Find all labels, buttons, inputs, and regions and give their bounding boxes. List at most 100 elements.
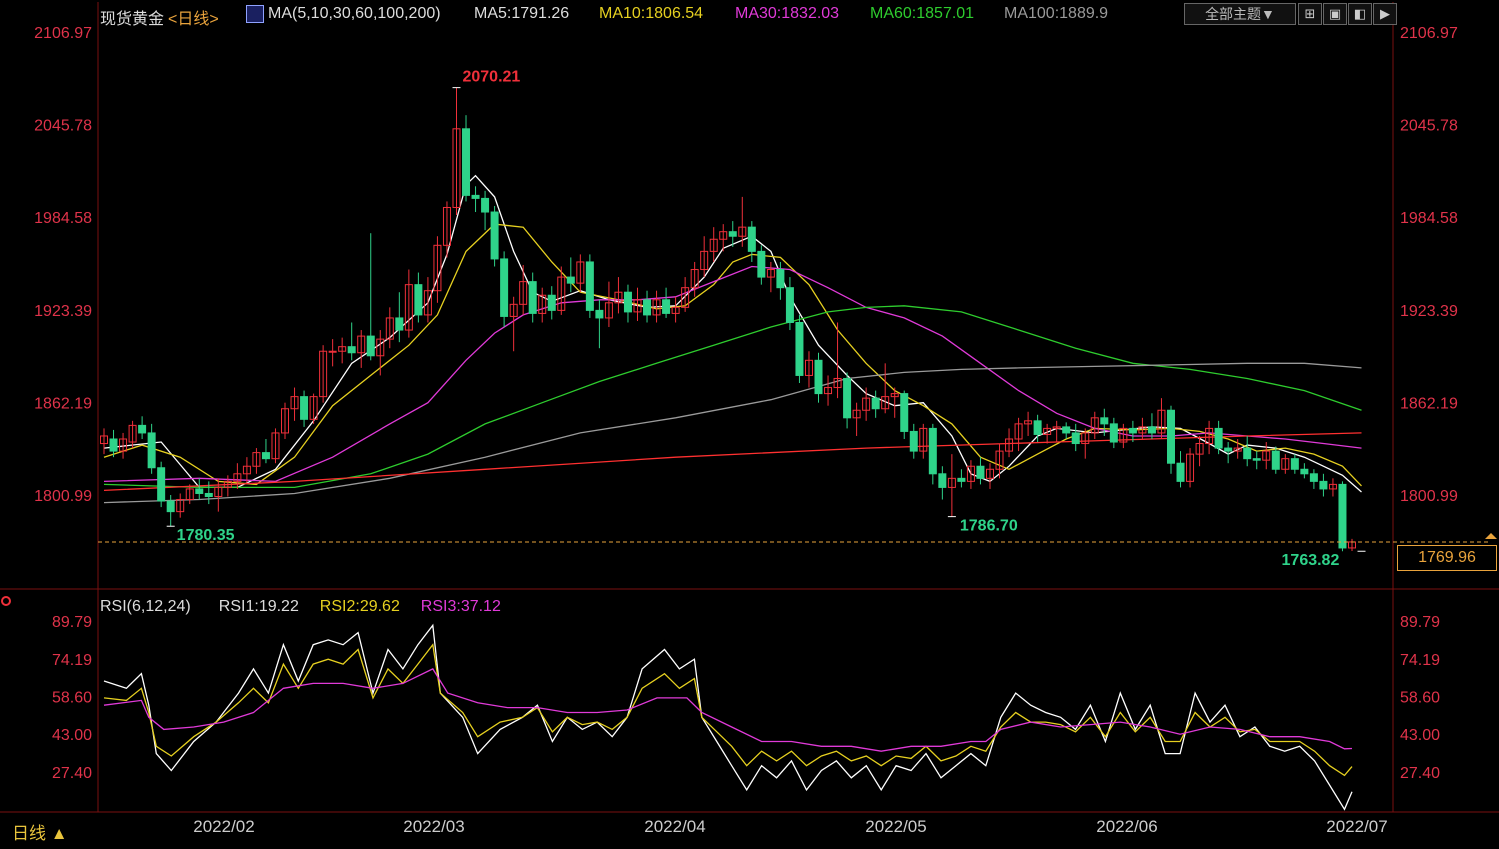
rsi-tick-left: 43.00 — [52, 727, 92, 744]
price-tick-right: 1923.39 — [1400, 303, 1458, 320]
candle-body — [595, 309, 604, 319]
candle-body — [500, 258, 509, 317]
candle-body — [1224, 447, 1233, 452]
rsi-tick-right: 43.00 — [1400, 727, 1440, 744]
candle-body — [138, 424, 147, 434]
candle-body — [728, 231, 737, 237]
candle-body — [957, 477, 966, 482]
candle-body — [347, 346, 356, 354]
ma10-value: MA10:1806.54 — [599, 5, 704, 22]
extreme-label: 1780.35 — [177, 527, 235, 544]
candle-body — [328, 350, 337, 353]
candle-body — [1176, 462, 1185, 482]
candle-body — [1319, 480, 1328, 490]
price-tick-right: 1862.19 — [1400, 395, 1458, 412]
candle-body — [490, 211, 499, 260]
rsi-settings-icon — [1, 596, 11, 606]
last-price-box: 1769.96 — [1397, 545, 1497, 571]
period-tag[interactable]: <日线> — [168, 5, 219, 29]
candle-body — [1033, 420, 1042, 435]
rsi-tick-right: 89.79 — [1400, 614, 1440, 631]
rsi-legend-item: RSI(6,12,24) — [100, 598, 191, 615]
candle-body — [481, 197, 490, 213]
price-tick-right: 1800.99 — [1400, 488, 1458, 505]
candle-body — [1309, 473, 1318, 482]
candle-body — [204, 492, 213, 497]
candle-body — [166, 500, 175, 513]
candle-body — [814, 359, 823, 395]
rsi-line-rsi1 — [103, 623, 1353, 811]
last-price-marker-icon — [1485, 532, 1497, 539]
indicator-header: 现货黄金 <日线> MA(5,10,30,60,100,200) MA5:179… — [0, 0, 1499, 30]
candle-body — [1147, 426, 1156, 434]
candle-body — [976, 465, 985, 479]
rsi-legend-item: RSI3:37.12 — [421, 598, 501, 615]
period-button[interactable]: 日线 ▲ — [12, 819, 68, 844]
candle-body — [1062, 426, 1071, 434]
candle-body — [785, 287, 794, 323]
layout-icon[interactable]: ▣ — [1323, 3, 1347, 25]
candle-body — [1109, 423, 1118, 443]
rsi-tick-right: 58.60 — [1400, 689, 1440, 706]
date-tick: 2022/06 — [1096, 817, 1157, 836]
candle-body — [1243, 447, 1252, 460]
price-tick-left: 2045.78 — [34, 118, 92, 135]
price-tick-left: 1800.99 — [34, 488, 92, 505]
candle-body — [547, 294, 556, 311]
candle-body — [938, 473, 947, 488]
ma-icon[interactable] — [246, 5, 264, 23]
theme-dropdown[interactable]: 全部主题▼ — [1184, 3, 1296, 25]
extreme-label: 1763.82 — [1282, 552, 1340, 569]
extreme-label: 1786.70 — [960, 518, 1018, 535]
extreme-label: 2070.21 — [462, 69, 520, 86]
price-tick-left: 1862.19 — [34, 395, 92, 412]
date-tick: 2022/05 — [865, 817, 926, 836]
candle-body — [528, 281, 537, 314]
ma5-value: MA5:1791.26 — [474, 5, 570, 22]
candle-body — [471, 194, 480, 199]
date-tick: 2022/03 — [403, 817, 464, 836]
candle-body — [1166, 409, 1175, 464]
candle-body — [623, 291, 632, 313]
candle-body — [157, 467, 166, 502]
candle-body — [776, 269, 785, 289]
price-tick-left: 1984.58 — [34, 210, 92, 227]
rsi-tick-left: 74.19 — [52, 652, 92, 669]
symbol-title: 现货黄金 — [100, 11, 165, 28]
chart-canvas: 2106.97 2106.972045.78 2045.781984.58 1984.… — [0, 2, 1499, 836]
candle-body — [147, 432, 156, 469]
rsi-tick-right: 74.19 — [1400, 652, 1440, 669]
candle-body — [566, 276, 575, 284]
next-icon[interactable]: ▶ — [1373, 3, 1397, 25]
candle-body — [1290, 458, 1299, 470]
grid-icon[interactable]: ⊞ — [1298, 3, 1322, 25]
chart-stage: 2106.97 2106.97 2045.78 2045.78 1984.58 1984.… — [0, 0, 1499, 844]
candle-body — [643, 299, 652, 316]
expand-icon[interactable]: ◧ — [1348, 3, 1372, 25]
candle-body — [395, 317, 404, 331]
candle-body — [928, 427, 937, 475]
rsi-tick-right: 27.40 — [1400, 765, 1440, 782]
candle-body — [843, 377, 852, 419]
rsi-line-rsi3 — [103, 668, 1353, 752]
candle-body — [1128, 427, 1137, 434]
candle-body — [195, 488, 204, 494]
candle-body — [1071, 432, 1080, 445]
rsi-tick-left: 89.79 — [52, 614, 92, 631]
candle-body — [747, 226, 756, 252]
candle-body — [1252, 458, 1261, 461]
date-tick: 2022/07 — [1326, 817, 1387, 836]
rsi-legend-item: RSI2:29.62 — [320, 598, 400, 615]
date-tick: 2022/04 — [644, 817, 705, 836]
candle-body — [109, 438, 118, 452]
rsi-tick-left: 27.40 — [52, 765, 92, 782]
candle-body — [1271, 450, 1280, 470]
rsi-legend-item: RSI1:19.22 — [219, 598, 299, 615]
price-tick-right: 1984.58 — [1400, 210, 1458, 227]
candle-body — [909, 430, 918, 452]
candle-body — [1338, 483, 1347, 549]
candle-body — [462, 128, 471, 196]
candle-body — [1100, 417, 1109, 425]
candle-body — [757, 250, 766, 278]
ma-params: MA(5,10,30,60,100,200) — [268, 5, 441, 22]
